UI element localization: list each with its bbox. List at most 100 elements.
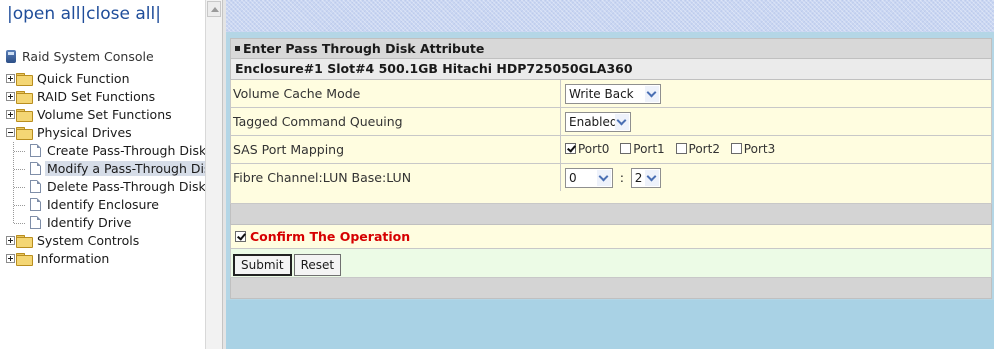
disk-info: Enclosure#1 Slot#4 500.1GB Hitachi HDP72…	[235, 61, 633, 76]
tree-item-physical-drives[interactable]: Physical Drives	[6, 124, 220, 142]
console-icon	[6, 50, 16, 63]
submit-button[interactable]: Submit	[233, 254, 292, 276]
document-icon	[30, 180, 41, 193]
separator: |	[155, 4, 161, 24]
tree-item-label: Identify Drive	[47, 215, 132, 230]
folder-icon	[16, 253, 33, 266]
header-strip	[226, 0, 994, 32]
cache-mode-select[interactable]: Write Back	[565, 84, 661, 104]
tcq-label: Tagged Command Queuing	[231, 108, 561, 135]
port0-label: Port0	[578, 142, 610, 156]
lun-base-value: 0	[569, 171, 577, 185]
port2-checkbox[interactable]	[675, 143, 687, 154]
port3-checkbox[interactable]	[730, 143, 742, 154]
folder-icon	[16, 91, 33, 104]
tree-item-label: Modify a Pass-Through Disk	[45, 161, 220, 176]
tree-connector	[14, 223, 26, 224]
tree-item-label: System Controls	[37, 233, 140, 248]
lun-base-select[interactable]: 0	[565, 168, 613, 188]
tree-connector	[14, 169, 26, 170]
tree-item-quick-function[interactable]: Quick Function	[6, 70, 220, 88]
section-title: Enter Pass Through Disk Attribute	[243, 41, 485, 56]
folder-icon	[16, 73, 33, 86]
action-row: Submit Reset	[230, 248, 992, 278]
separator-bar	[230, 204, 992, 225]
chevron-down-icon	[615, 114, 629, 130]
open-all-link[interactable]: open all	[13, 4, 81, 24]
lower-area	[226, 300, 994, 349]
chevron-down-icon	[645, 86, 659, 102]
disk-info-header: Enclosure#1 Slot#4 500.1GB Hitachi HDP72…	[230, 59, 992, 80]
tree-item-identify-drive[interactable]: Identify Drive	[6, 214, 220, 232]
folder-open-icon	[16, 127, 33, 140]
port1-label: Port1	[633, 142, 665, 156]
tree-item-label: Quick Function	[37, 71, 130, 86]
bullet-icon	[235, 46, 240, 51]
cache-mode-row: Volume Cache Mode Write Back	[230, 80, 992, 108]
tcq-value: Enabled	[569, 115, 618, 129]
port2-option[interactable]: Port2	[675, 142, 720, 156]
port0-checkbox[interactable]	[565, 143, 576, 154]
port3-label: Port3	[743, 142, 776, 156]
expand-icon[interactable]	[6, 92, 15, 101]
tree-root-label: Raid System Console	[22, 49, 154, 64]
port1-option[interactable]: Port1	[620, 142, 665, 156]
document-icon	[30, 198, 41, 211]
expand-icon[interactable]	[6, 74, 15, 83]
chevron-down-icon	[597, 170, 611, 186]
reset-button[interactable]: Reset	[293, 254, 342, 276]
tree-item-label: RAID Set Functions	[37, 89, 156, 104]
lun-value: 2	[634, 171, 643, 185]
tree-root[interactable]: Raid System Console	[6, 48, 220, 70]
tree-item-label: Delete Pass-Through Disk	[47, 179, 206, 194]
tree-item-label: Create Pass-Through Disk	[47, 143, 207, 158]
tree-item-raid-set-functions[interactable]: RAID Set Functions	[6, 88, 220, 106]
confirm-label: Confirm The Operation	[250, 229, 411, 244]
lun-row: Fibre Channel:LUN Base:LUN 0 : 2	[230, 164, 992, 204]
lun-select[interactable]: 2	[630, 168, 661, 188]
tree-item-delete-pass-through-disk[interactable]: Delete Pass-Through Disk	[6, 178, 220, 196]
port3-option[interactable]: Port3	[730, 142, 776, 156]
confirm-checkbox[interactable]	[235, 231, 246, 242]
tree-item-label: Identify Enclosure	[47, 197, 159, 212]
expand-icon[interactable]	[6, 110, 15, 119]
lun-separator: :	[619, 170, 624, 185]
confirm-row: Confirm The Operation	[230, 225, 992, 248]
nav-scrollbar[interactable]	[205, 0, 222, 349]
sas-port-label: SAS Port Mapping	[231, 136, 561, 163]
tree-connector	[14, 151, 26, 152]
section-header: Enter Pass Through Disk Attribute	[230, 38, 992, 59]
cache-mode-value: Write Back	[569, 87, 634, 101]
tree-item-label: Volume Set Functions	[37, 107, 172, 122]
tree-toggle-links: |open all|close all|	[7, 4, 161, 24]
tree-item-information[interactable]: Information	[6, 250, 220, 268]
expand-icon[interactable]	[6, 254, 15, 263]
tree-connector	[13, 214, 14, 223]
tree-item-create-pass-through-disk[interactable]: Create Pass-Through Disk	[6, 142, 220, 160]
port1-checkbox[interactable]	[620, 143, 632, 154]
nav-frame: |open all|close all| Raid System Console…	[0, 0, 222, 349]
document-icon	[30, 162, 41, 175]
sas-port-row: SAS Port Mapping Port0 Port1 Port2 Port3	[230, 136, 992, 164]
tree-item-identify-enclosure[interactable]: Identify Enclosure	[6, 196, 220, 214]
tree-item-modify-pass-through-disk[interactable]: Modify a Pass-Through Disk	[6, 160, 220, 178]
chevron-down-icon	[644, 170, 659, 186]
tree-item-label: Physical Drives	[37, 125, 132, 140]
scroll-up-icon[interactable]	[207, 1, 221, 17]
tree-connector	[14, 205, 26, 206]
tree-item-volume-set-functions[interactable]: Volume Set Functions	[6, 106, 220, 124]
tree-item-system-controls[interactable]: System Controls	[6, 232, 220, 250]
tree-item-label: Information	[37, 251, 110, 266]
tree-connector	[14, 187, 26, 188]
collapse-icon[interactable]	[6, 128, 15, 137]
tcq-select[interactable]: Enabled	[565, 112, 631, 132]
main-frame: Enter Pass Through Disk Attribute Enclos…	[226, 0, 994, 349]
nav-tree: Raid System Console Quick Function RAID …	[6, 48, 220, 268]
cache-mode-label: Volume Cache Mode	[231, 80, 561, 107]
tcq-row: Tagged Command Queuing Enabled	[230, 108, 992, 136]
expand-icon[interactable]	[6, 236, 15, 245]
folder-icon	[16, 109, 33, 122]
lun-label: Fibre Channel:LUN Base:LUN	[231, 164, 561, 191]
close-all-link[interactable]: close all	[86, 4, 155, 24]
port0-option[interactable]: Port0	[565, 142, 609, 156]
